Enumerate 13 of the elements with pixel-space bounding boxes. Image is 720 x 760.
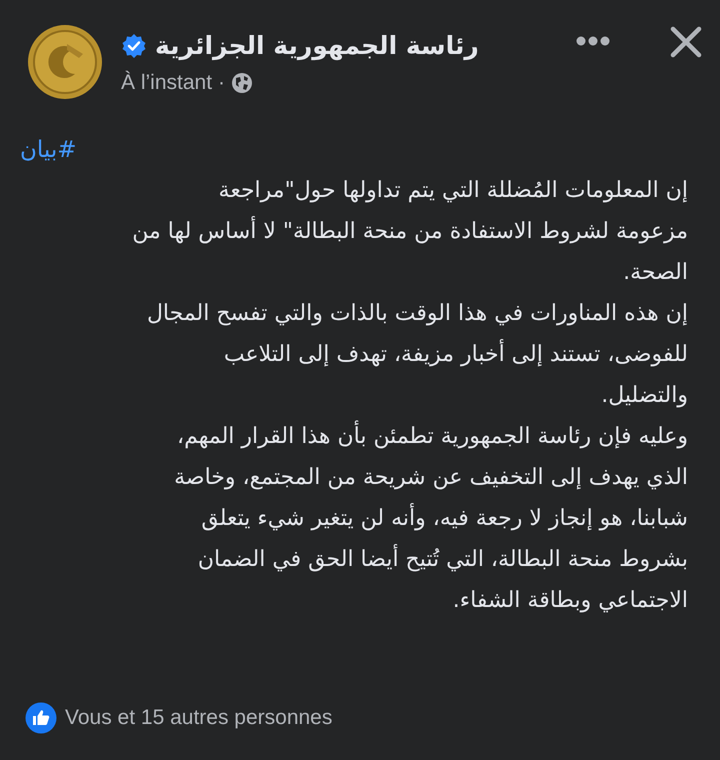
globe-icon (231, 72, 254, 94)
hashtag-link[interactable]: #بيان (20, 130, 77, 170)
separator: · (218, 70, 226, 96)
coin-icon (27, 24, 103, 100)
post-paragraph: إن المعلومات المُضللة التي يتم تداولها حول"مراجعة مزعومة لشروط الاستفادة من منحة البطالة" لا أساس لها من الصحة. (131, 177, 688, 287)
like-icon (25, 702, 57, 734)
post-paragraph: وعليه فإن رئاسة الجمهورية تطمئن بأن هذا القرار المهم، الذي يهدف إلى التخفيف عن شريحة من المجتمع، وخاصة شبابنا، هو إنجاز لا رجعة فيه، وأنه لن يتغير شيء يتعلق بشروط منحة البطالة، التي تُتيح أيضا الحق في الضمان الاجتماعي وبطاقة الشفاء. (20, 416, 688, 621)
post-time[interactable]: À l’instant (121, 70, 212, 96)
reactions-summary[interactable]: Vous et 15 autres personnes (65, 705, 332, 731)
close-icon[interactable] (670, 26, 702, 58)
post-paragraph: إن هذه المناورات في هذا الوقت بالذات والتي تفسح المجال للفوضى، تستند إلى أخبار مزيفة، تهدف إلى التلاعب والتضليل. (146, 300, 688, 410)
author-name[interactable]: رئاسة الجمهورية الجزائرية (155, 28, 479, 64)
more-options-icon[interactable] (576, 36, 610, 46)
